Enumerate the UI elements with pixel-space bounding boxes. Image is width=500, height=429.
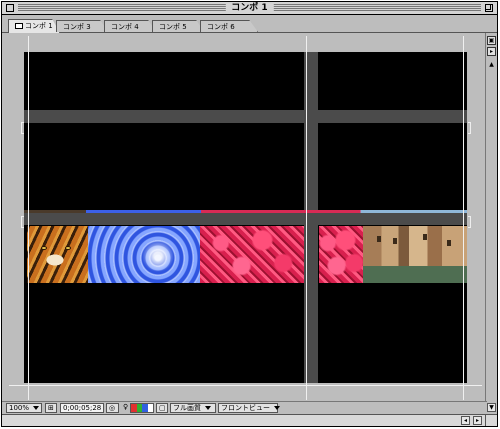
pink-flowers-image — [200, 226, 304, 283]
show-snapshot-person-icon[interactable]: ♀ — [121, 403, 129, 413]
tiger-image — [27, 226, 88, 283]
scroll-up-arrow-icon[interactable]: ▲ — [487, 61, 496, 70]
comp-icon — [15, 23, 23, 29]
safe-area-marker — [21, 216, 24, 228]
scroll-right-arrow-icon[interactable]: ▸ — [473, 416, 482, 425]
safe-zones-toggle[interactable]: ⊞ — [45, 403, 57, 413]
resize-grip-icon[interactable] — [485, 414, 497, 426]
guide-line-horizontal[interactable] — [9, 385, 482, 386]
chevron-down-icon — [274, 406, 280, 410]
tab-label: コンポ 6 — [207, 23, 235, 31]
timecode-value: 0;00;05;28 — [63, 404, 102, 412]
tab-comp-5[interactable]: コンポ 5 — [152, 20, 204, 32]
scroll-left-arrow-icon[interactable]: ◂ — [461, 416, 470, 425]
quality-value: フル画質 — [173, 404, 201, 412]
alpha-channel-chip[interactable] — [147, 404, 153, 412]
guide-line-vertical[interactable] — [28, 36, 29, 400]
tab-label: コンポ 5 — [159, 23, 187, 31]
zoom-menu[interactable]: 100% — [6, 403, 42, 413]
close-box-icon[interactable] — [6, 4, 14, 12]
blue-abstract-image — [88, 226, 200, 283]
snapshot-camera-icon[interactable]: ◎ — [106, 403, 119, 413]
triangle-right-icon[interactable]: ▸ — [487, 47, 496, 56]
tab-label: コンポ 3 — [63, 23, 91, 31]
safe-area-marker — [468, 216, 471, 228]
title-bar[interactable]: コンポ 1 — [2, 2, 497, 15]
window-title: コンポ 1 — [225, 2, 274, 14]
tab-comp-1[interactable]: コンポ 1 — [8, 19, 60, 33]
zoom-box-icon[interactable] — [485, 4, 493, 12]
zoom-value: 100% — [9, 404, 30, 412]
comp-viewer[interactable] — [9, 36, 482, 400]
tiger-eye-left — [41, 246, 47, 250]
safe-area-marker — [21, 122, 24, 134]
image-strip-edge — [24, 210, 467, 213]
tiger-eye-right — [65, 246, 71, 250]
comp-frame[interactable] — [24, 52, 467, 383]
venice-window — [393, 238, 397, 244]
pink-flowers-image-2 — [319, 226, 363, 283]
channel-color-buttons[interactable] — [130, 403, 154, 413]
grid-bar-horizontal-middle — [24, 212, 467, 225]
scroll-down-arrow-icon[interactable]: ▼ — [487, 403, 496, 412]
grid-bar-horizontal-top — [24, 110, 467, 123]
tab-comp-3[interactable]: コンポ 3 — [56, 20, 108, 32]
chevron-down-icon — [33, 406, 40, 410]
tab-comp-6[interactable]: コンポ 6 — [200, 20, 258, 32]
quality-menu[interactable]: フル画質 — [170, 403, 216, 413]
guide-line-vertical[interactable] — [463, 36, 464, 400]
tab-label: コンポ 4 — [111, 23, 139, 31]
flowchart-icon[interactable]: ▣ — [487, 36, 496, 45]
timecode-field[interactable]: 0;00;05;28 — [60, 403, 104, 413]
venice-window — [423, 234, 427, 240]
safe-area-marker — [468, 122, 471, 134]
view-menu[interactable]: フロントビュー — [218, 403, 280, 413]
right-control-strip: ▣ ▸ ▲ — [485, 33, 497, 403]
venice-canal-image — [363, 226, 467, 283]
tab-comp-4[interactable]: コンポ 4 — [104, 20, 156, 32]
venice-window — [447, 240, 451, 246]
venice-window — [377, 236, 381, 242]
composition-window: コンポ 1 コンポ 1 コンポ 3 コンポ 4 コンポ 5 コンポ 6 ▣ ▸ … — [1, 1, 498, 427]
view-value: フロントビュー — [221, 404, 270, 412]
guide-line-vertical[interactable] — [306, 36, 307, 400]
viewer-status-bar: 100% ⊞ 0;00;05;28 ◎ ♀ ▢ フル画質 フロントビュー — [2, 401, 487, 414]
region-of-interest-icon[interactable]: ▢ — [156, 403, 168, 413]
tab-label: コンポ 1 — [25, 22, 53, 30]
chevron-down-icon — [205, 406, 211, 410]
comp-tab-bar: コンポ 1 コンポ 3 コンポ 4 コンポ 5 コンポ 6 — [2, 15, 497, 33]
horizontal-scrollbar[interactable]: ◂ ▸ — [2, 414, 487, 426]
